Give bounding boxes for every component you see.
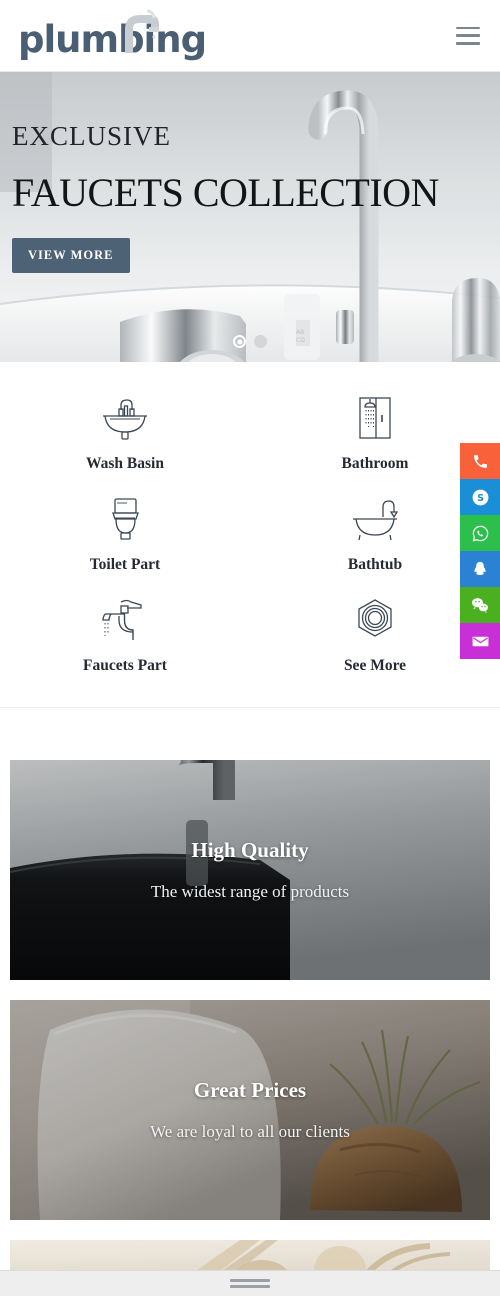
hero-content: EXCLUSIVE FAUCETS COLLECTION VIEW MORE (12, 121, 439, 273)
promo-banner-high-quality[interactable]: High Quality The widest range of product… (10, 760, 490, 980)
banner-text: High Quality The widest range of product… (10, 760, 490, 980)
carousel-dot-1[interactable] (233, 335, 246, 348)
category-label: Bathtub (347, 556, 403, 573)
hamburger-menu-icon[interactable] (456, 26, 480, 45)
social-wechat-button[interactable] (460, 587, 500, 623)
banner-subtitle: The widest range of products (150, 882, 350, 901)
browser-bottom-bar (0, 1270, 500, 1296)
hero-carousel[interactable]: AB CD EXCLUSIVE FAUCETS COLLECTION VIEW M… (0, 72, 500, 362)
category-label: Wash Basin (86, 455, 164, 472)
whatsapp-icon (472, 525, 488, 541)
qq-icon (474, 561, 486, 575)
bathtub-icon (347, 493, 403, 545)
banner-title: Great Prices (193, 1078, 307, 1102)
category-item-toilet-part[interactable]: Toilet Part (0, 487, 250, 584)
carousel-dot-2[interactable] (254, 335, 267, 348)
view-more-button[interactable]: VIEW MORE (12, 237, 130, 273)
logo-text: plumbing (18, 17, 207, 61)
faucet-icon (125, 9, 159, 53)
floating-social-bar: S (460, 443, 500, 659)
shower-cabin-icon (347, 392, 403, 444)
skype-icon: S (472, 489, 488, 505)
category-section: Wash Basin Bathroom Toilet Part Bathtub … (0, 362, 500, 708)
mobile-page: plumbing AB CD EXCLUSIVE FAUCETS COLLECT… (0, 0, 500, 1296)
phone-icon (473, 454, 487, 468)
hamburger-line (456, 26, 480, 29)
category-item-wash-basin[interactable]: Wash Basin (0, 386, 250, 483)
hero-kicker: EXCLUSIVE (12, 121, 171, 151)
promo-banner-section: High Quality The widest range of product… (0, 708, 500, 1282)
site-header: plumbing (0, 0, 500, 72)
social-phone-button[interactable] (460, 443, 500, 479)
drag-handle-line (230, 1285, 270, 1288)
email-icon (472, 636, 488, 646)
banner-text: Great Prices We are loyal to all our cli… (10, 1000, 490, 1220)
wash-basin-icon (97, 392, 153, 444)
drag-handle[interactable] (230, 1276, 270, 1291)
social-email-button[interactable] (460, 623, 500, 659)
social-qq-button[interactable] (460, 551, 500, 587)
banner-title: High Quality (191, 838, 309, 862)
category-item-faucets-part[interactable]: Faucets Part (0, 588, 250, 685)
drag-handle-line (230, 1279, 270, 1282)
wechat-icon (472, 598, 488, 613)
category-grid: Wash Basin Bathroom Toilet Part Bathtub … (0, 386, 500, 685)
hamburger-line (456, 34, 480, 37)
hex-nut-icon (347, 594, 403, 646)
category-label: Faucets Part (83, 657, 167, 674)
toilet-icon (97, 493, 153, 545)
hero-title: FAUCETS COLLECTION (12, 169, 439, 215)
category-label: See More (343, 657, 407, 674)
site-logo[interactable]: plumbing (18, 5, 207, 67)
promo-banner-great-prices[interactable]: Great Prices We are loyal to all our cli… (10, 1000, 490, 1220)
svg-text:S: S (477, 493, 484, 504)
tap-valve-icon (97, 594, 153, 646)
social-skype-button[interactable]: S (460, 479, 500, 515)
social-whatsapp-button[interactable] (460, 515, 500, 551)
category-label: Toilet Part (89, 556, 161, 573)
banner-subtitle: We are loyal to all our clients (150, 1122, 350, 1141)
hamburger-line (456, 42, 480, 45)
carousel-dots (0, 335, 500, 348)
category-label: Bathroom (341, 455, 409, 472)
